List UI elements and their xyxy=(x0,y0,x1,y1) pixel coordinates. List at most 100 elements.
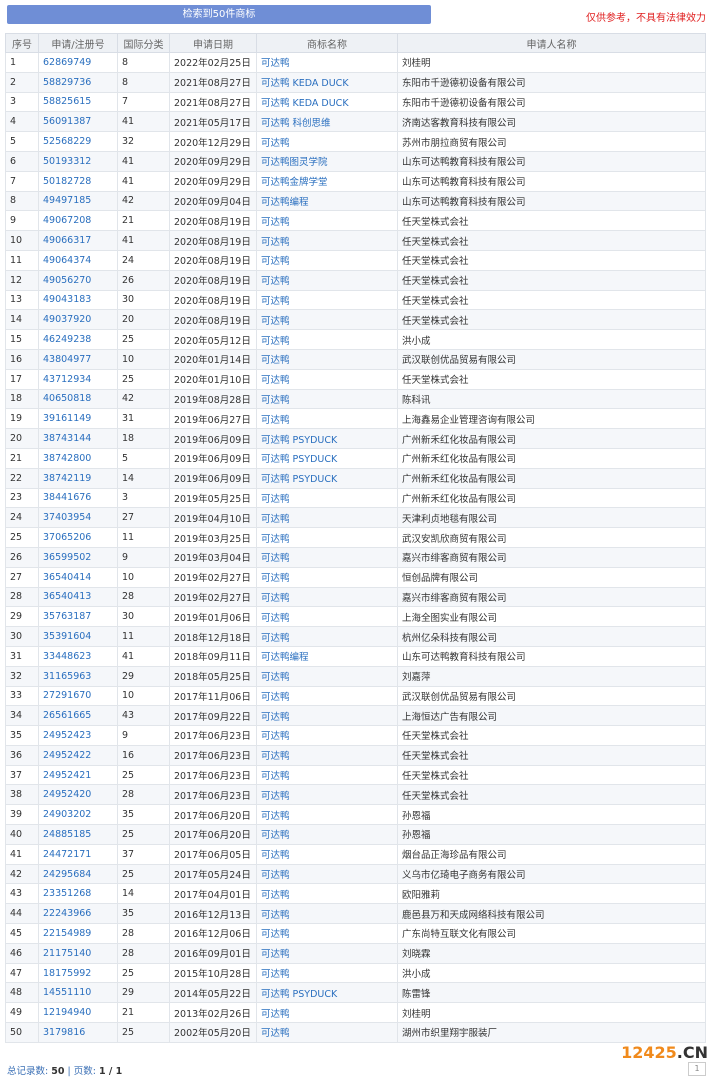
cell-reg-no[interactable]: 38742800 xyxy=(38,447,118,469)
cell-mark-name[interactable]: 可达鸭 xyxy=(256,507,398,529)
cell-reg-no[interactable]: 3179816 xyxy=(38,1022,118,1043)
cell-mark-name[interactable]: 可达鸭 xyxy=(256,942,398,964)
cell-reg-no[interactable]: 12194940 xyxy=(38,1002,118,1024)
cell-reg-no[interactable]: 24472171 xyxy=(38,843,118,865)
cell-reg-no[interactable]: 27291670 xyxy=(38,685,118,707)
cell-reg-no[interactable]: 40650818 xyxy=(38,388,118,410)
cell-reg-no[interactable]: 62869749 xyxy=(38,52,118,73)
cell-reg-no[interactable]: 46249238 xyxy=(38,329,118,350)
cell-reg-no[interactable]: 24903202 xyxy=(38,804,118,826)
cell-reg-no[interactable]: 49056270 xyxy=(38,269,118,291)
cell-reg-no[interactable]: 49043183 xyxy=(38,289,118,311)
cell-reg-no[interactable]: 24952421 xyxy=(38,764,118,786)
cell-reg-no[interactable]: 35391604 xyxy=(38,626,118,647)
cell-mark-name[interactable]: 可达鸭 xyxy=(256,685,398,707)
cell-reg-no[interactable]: 36540414 xyxy=(38,566,118,588)
cell-reg-no[interactable]: 24952420 xyxy=(38,784,118,806)
cell-reg-no[interactable]: 31165963 xyxy=(38,665,118,687)
cell-mark-name[interactable]: 可达鸭编程 xyxy=(256,190,398,212)
cell-mark-name[interactable]: 可达鸭图灵学院 xyxy=(256,150,398,172)
cell-mark-name[interactable]: 可达鸭 xyxy=(256,725,398,746)
cell-mark-name[interactable]: 可达鸭 xyxy=(256,52,398,73)
cell-reg-no[interactable]: 58829736 xyxy=(38,71,118,93)
cell-mark-name[interactable]: 可达鸭 PSYDUCK xyxy=(256,467,398,489)
cell-reg-no[interactable]: 56091387 xyxy=(38,111,118,133)
cell-mark-name[interactable]: 可达鸭 xyxy=(256,883,398,905)
cell-mark-name[interactable]: 可达鸭 xyxy=(256,329,398,350)
cell-mark-name[interactable]: 可达鸭 PSYDUCK xyxy=(256,428,398,449)
cell-mark-name[interactable]: 可达鸭 xyxy=(256,804,398,826)
cell-reg-no[interactable]: 52568229 xyxy=(38,131,118,152)
cell-mark-name[interactable]: 可达鸭 xyxy=(256,249,398,271)
cell-reg-no[interactable]: 38742119 xyxy=(38,467,118,489)
cell-mark-name[interactable]: 可达鸭 PSYDUCK xyxy=(256,982,398,1004)
cell-reg-no[interactable]: 50193312 xyxy=(38,150,118,172)
cell-mark-name[interactable]: 可达鸭 xyxy=(256,923,398,944)
cell-reg-no[interactable]: 22243966 xyxy=(38,903,118,925)
cell-reg-no[interactable]: 37065206 xyxy=(38,527,118,548)
cell-reg-no[interactable]: 38743144 xyxy=(38,428,118,449)
cell-mark-name[interactable]: 可达鸭 xyxy=(256,368,398,390)
cell-reg-no[interactable]: 49064374 xyxy=(38,249,118,271)
cell-reg-no[interactable]: 36540413 xyxy=(38,586,118,608)
cell-reg-no[interactable]: 49497185 xyxy=(38,190,118,212)
cell-mark-name[interactable]: 可达鸭 xyxy=(256,665,398,687)
cell-mark-name[interactable]: 可达鸭 xyxy=(256,586,398,608)
cell-mark-name[interactable]: 可达鸭 xyxy=(256,487,398,509)
cell-reg-no[interactable]: 21175140 xyxy=(38,942,118,964)
cell-mark-name[interactable]: 可达鸭 xyxy=(256,626,398,647)
cell-mark-name[interactable]: 可达鸭 xyxy=(256,863,398,885)
cell-mark-name[interactable]: 可达鸭 xyxy=(256,1022,398,1043)
cell-mark-name[interactable]: 可达鸭 PSYDUCK xyxy=(256,447,398,469)
cell-reg-no[interactable]: 33448623 xyxy=(38,645,118,667)
cell-mark-name[interactable]: 可达鸭 xyxy=(256,962,398,984)
cell-reg-no[interactable]: 49067208 xyxy=(38,210,118,232)
cell-mark-name[interactable]: 可达鸭 xyxy=(256,705,398,727)
cell-reg-no[interactable]: 22154989 xyxy=(38,923,118,944)
cell-reg-no[interactable]: 38441676 xyxy=(38,487,118,509)
cell-mark-name[interactable]: 可达鸭 xyxy=(256,388,398,410)
cell-mark-name[interactable]: 可达鸭 xyxy=(256,824,398,845)
cell-reg-no[interactable]: 36599502 xyxy=(38,546,118,568)
page-button-1[interactable]: 1 xyxy=(688,1062,706,1076)
cell-reg-no[interactable]: 37403954 xyxy=(38,507,118,529)
cell-mark-name[interactable]: 可达鸭 xyxy=(256,309,398,331)
cell-reg-no[interactable]: 24952422 xyxy=(38,744,118,766)
cell-mark-name[interactable]: 可达鸭 xyxy=(256,744,398,766)
cell-mark-name[interactable]: 可达鸭 xyxy=(256,289,398,311)
cell-mark-name[interactable]: 可达鸭 xyxy=(256,210,398,232)
cell-mark-name[interactable]: 可达鸭 xyxy=(256,1002,398,1024)
cell-mark-name[interactable]: 可达鸭编程 xyxy=(256,645,398,667)
cell-mark-name[interactable]: 可达鸭 xyxy=(256,230,398,251)
cell-mark-name[interactable]: 可达鸭 xyxy=(256,131,398,152)
cell-reg-no[interactable]: 35763187 xyxy=(38,606,118,628)
cell-reg-no[interactable]: 50182728 xyxy=(38,170,118,192)
cell-reg-no[interactable]: 26561665 xyxy=(38,705,118,727)
cell-mark-name[interactable]: 可达鸭 科创思维 xyxy=(256,111,398,133)
cell-reg-no[interactable]: 43712934 xyxy=(38,368,118,390)
cell-mark-name[interactable]: 可达鸭 KEDA DUCK xyxy=(256,91,398,113)
cell-reg-no[interactable]: 24295684 xyxy=(38,863,118,885)
cell-reg-no[interactable]: 24952423 xyxy=(38,725,118,746)
cell-reg-no[interactable]: 49037920 xyxy=(38,309,118,331)
cell-reg-no[interactable]: 39161149 xyxy=(38,408,118,430)
cell-reg-no[interactable]: 18175992 xyxy=(38,962,118,984)
cell-reg-no[interactable]: 43804977 xyxy=(38,348,118,370)
cell-mark-name[interactable]: 可达鸭 KEDA DUCK xyxy=(256,71,398,93)
cell-mark-name[interactable]: 可达鸭 xyxy=(256,527,398,548)
cell-mark-name[interactable]: 可达鸭 xyxy=(256,566,398,588)
cell-reg-no[interactable]: 23351268 xyxy=(38,883,118,905)
cell-reg-no[interactable]: 49066317 xyxy=(38,230,118,251)
cell-reg-no[interactable]: 24885185 xyxy=(38,824,118,845)
cell-mark-name[interactable]: 可达鸭 xyxy=(256,764,398,786)
cell-mark-name[interactable]: 可达鸭金牌学堂 xyxy=(256,170,398,192)
cell-mark-name[interactable]: 可达鸭 xyxy=(256,269,398,291)
cell-mark-name[interactable]: 可达鸭 xyxy=(256,843,398,865)
cell-mark-name[interactable]: 可达鸭 xyxy=(256,784,398,806)
cell-mark-name[interactable]: 可达鸭 xyxy=(256,348,398,370)
cell-mark-name[interactable]: 可达鸭 xyxy=(256,546,398,568)
cell-mark-name[interactable]: 可达鸭 xyxy=(256,903,398,925)
cell-reg-no[interactable]: 58825615 xyxy=(38,91,118,113)
cell-mark-name[interactable]: 可达鸭 xyxy=(256,408,398,430)
cell-mark-name[interactable]: 可达鸭 xyxy=(256,606,398,628)
